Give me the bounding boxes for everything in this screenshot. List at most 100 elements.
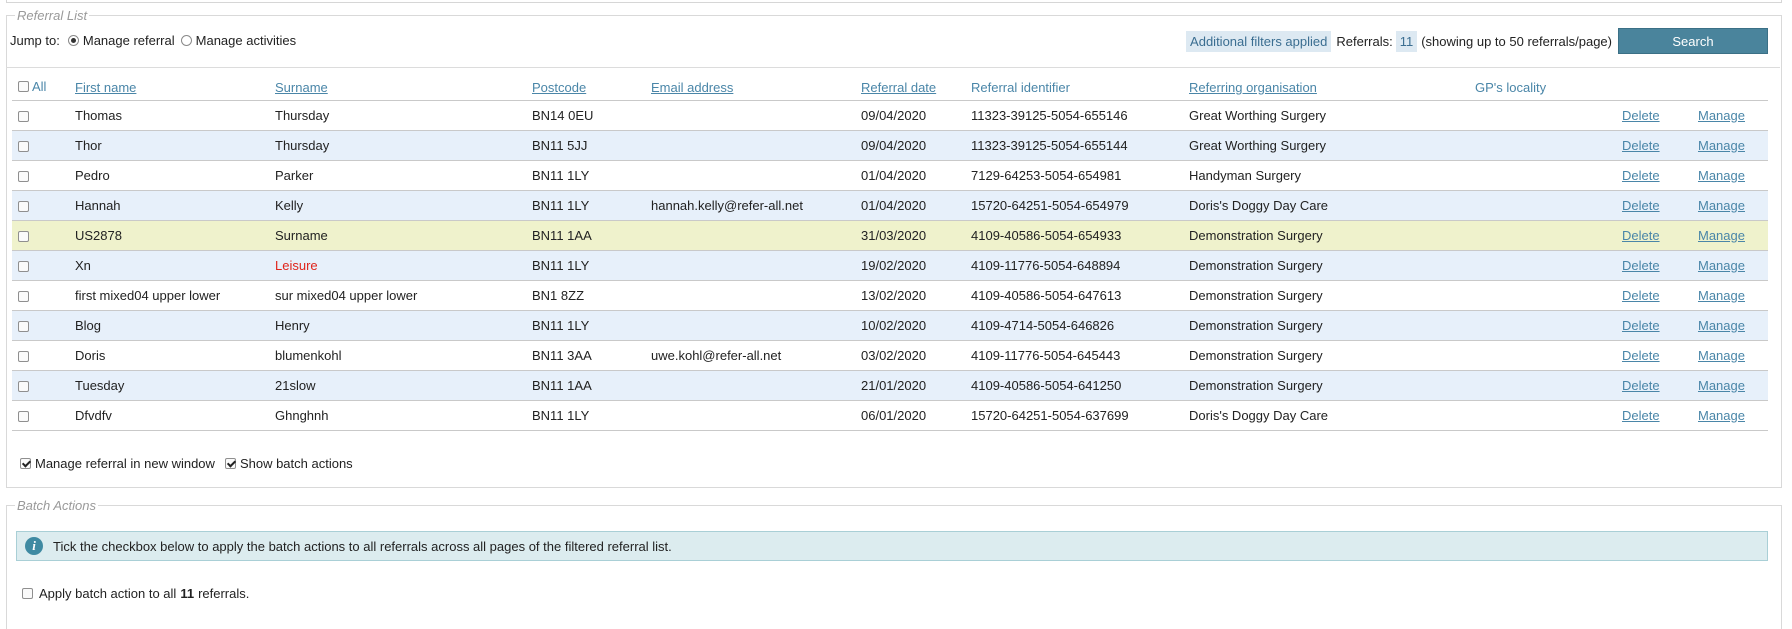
- postcode-cell: BN11 1AA: [526, 370, 645, 401]
- delete-link[interactable]: Delete: [1622, 408, 1660, 423]
- first-name-cell: Blog: [69, 310, 269, 341]
- locality-cell: [1469, 400, 1616, 431]
- surname-cell: Kelly: [269, 190, 526, 221]
- first-name-cell: first mixed04 upper lower: [69, 280, 269, 311]
- first-name-cell: Dfvdfv: [69, 400, 269, 431]
- referral-identifier-header: Referral identifier: [971, 79, 1070, 95]
- referral-identifier-cell: 4109-40586-5054-647613: [965, 280, 1183, 311]
- delete-link[interactable]: Delete: [1622, 348, 1660, 363]
- manage-link[interactable]: Manage: [1698, 378, 1745, 393]
- manage-link[interactable]: Manage: [1698, 288, 1745, 303]
- organisation-cell: Demonstration Surgery: [1183, 220, 1469, 251]
- apply-batch-checkbox[interactable]: [22, 588, 33, 599]
- email-cell: uwe.kohl@refer-all.net: [645, 340, 855, 371]
- referral-date-cell: 31/03/2020: [855, 220, 965, 251]
- select-all-label[interactable]: All: [32, 79, 46, 94]
- row-select-checkbox[interactable]: [18, 411, 29, 423]
- new-window-checkbox[interactable]: [20, 458, 31, 469]
- manage-referral-radio[interactable]: [67, 35, 79, 46]
- email-cell: hannah.kelly@refer-all.net: [645, 190, 855, 221]
- list-options: Manage referral in new window Show batch…: [20, 456, 363, 471]
- new-window-label[interactable]: Manage referral in new window: [35, 456, 215, 471]
- manage-link[interactable]: Manage: [1698, 348, 1745, 363]
- manage-link[interactable]: Manage: [1698, 318, 1745, 333]
- new-window-option[interactable]: Manage referral in new window: [20, 456, 215, 471]
- locality-cell: [1469, 250, 1616, 281]
- manage-referral-radio-label[interactable]: Manage referral: [83, 33, 175, 48]
- manage-link[interactable]: Manage: [1698, 198, 1745, 213]
- jump-manage-referral-option[interactable]: Manage referral: [67, 33, 175, 48]
- info-icon: i: [25, 537, 43, 555]
- delete-link[interactable]: Delete: [1622, 168, 1660, 183]
- table-row: US2878 Surname BN11 1AA 31/03/2020 4109-4058…: [12, 220, 1768, 251]
- additional-filters-chip[interactable]: Additional filters applied: [1186, 30, 1332, 52]
- postcode-sort-link[interactable]: Postcode: [532, 80, 586, 95]
- row-select-checkbox[interactable]: [18, 111, 29, 123]
- delete-link[interactable]: Delete: [1622, 108, 1660, 123]
- row-select-checkbox[interactable]: [18, 351, 29, 363]
- apply-batch-suffix[interactable]: referrals.: [198, 586, 249, 601]
- top-panel-edge: [6, 0, 1782, 3]
- delete-link[interactable]: Delete: [1622, 288, 1660, 303]
- row-select-checkbox[interactable]: [18, 141, 29, 153]
- row-select-checkbox[interactable]: [18, 201, 29, 213]
- manage-activities-radio[interactable]: [180, 35, 192, 46]
- email-cell: [645, 280, 855, 311]
- show-batch-option[interactable]: Show batch actions: [224, 456, 353, 471]
- manage-link[interactable]: Manage: [1698, 228, 1745, 243]
- organisation-cell: Demonstration Surgery: [1183, 280, 1469, 311]
- jump-manage-activities-option[interactable]: Manage activities: [180, 33, 296, 48]
- referral-date-cell: 09/04/2020: [855, 130, 965, 161]
- table-row: Hannah Kelly BN11 1LY hannah.kelly@refer-al…: [12, 190, 1768, 221]
- delete-link[interactable]: Delete: [1622, 138, 1660, 153]
- email-cell: [645, 130, 855, 161]
- referral-identifier-cell: 4109-40586-5054-641250: [965, 370, 1183, 401]
- manage-link[interactable]: Manage: [1698, 138, 1745, 153]
- select-all-checkbox[interactable]: [18, 81, 29, 92]
- row-select-checkbox[interactable]: [18, 381, 29, 393]
- referral-date-cell: 01/04/2020: [855, 190, 965, 221]
- row-select-checkbox[interactable]: [18, 231, 29, 243]
- referring-organisation-sort-link[interactable]: Referring organisation: [1189, 80, 1317, 95]
- search-button[interactable]: Search: [1618, 28, 1768, 54]
- surname-sort-link[interactable]: Surname: [275, 80, 328, 95]
- referral-date-cell: 03/02/2020: [855, 340, 965, 371]
- show-batch-checkbox[interactable]: [224, 458, 236, 469]
- referral-identifier-cell: 11323-39125-5054-655144: [965, 130, 1183, 161]
- email-cell: [645, 400, 855, 431]
- postcode-cell: BN1 8ZZ: [526, 280, 645, 311]
- row-select-checkbox[interactable]: [18, 171, 29, 183]
- manage-activities-radio-label[interactable]: Manage activities: [196, 33, 296, 48]
- referral-identifier-cell: 4109-4714-5054-646826: [965, 310, 1183, 341]
- delete-link[interactable]: Delete: [1622, 198, 1660, 213]
- email-cell: [645, 160, 855, 191]
- referral-date-cell: 09/04/2020: [855, 100, 965, 131]
- delete-link[interactable]: Delete: [1622, 228, 1660, 243]
- referral-date-sort-link[interactable]: Referral date: [861, 80, 936, 95]
- referral-identifier-cell: 4109-11776-5054-648894: [965, 250, 1183, 281]
- row-select-checkbox[interactable]: [18, 321, 29, 333]
- locality-cell: [1469, 160, 1616, 191]
- delete-link[interactable]: Delete: [1622, 258, 1660, 273]
- delete-link[interactable]: Delete: [1622, 378, 1660, 393]
- apply-batch-row[interactable]: Apply batch action to all 11 referrals.: [22, 586, 249, 601]
- referral-list-legend: Referral List: [17, 8, 88, 23]
- row-select-checkbox[interactable]: [18, 291, 29, 303]
- manage-link[interactable]: Manage: [1698, 168, 1745, 183]
- show-batch-label[interactable]: Show batch actions: [240, 456, 353, 471]
- organisation-cell: Demonstration Surgery: [1183, 370, 1469, 401]
- manage-link[interactable]: Manage: [1698, 408, 1745, 423]
- email-cell: [645, 220, 855, 251]
- apply-batch-prefix[interactable]: Apply batch action to all: [39, 586, 176, 601]
- first-name-sort-link[interactable]: First name: [75, 80, 136, 95]
- email-sort-link[interactable]: Email address: [651, 80, 733, 95]
- manage-link[interactable]: Manage: [1698, 108, 1745, 123]
- row-select-checkbox[interactable]: [18, 261, 29, 273]
- postcode-cell: BN11 1LY: [526, 160, 645, 191]
- organisation-cell: Demonstration Surgery: [1183, 250, 1469, 281]
- delete-link[interactable]: Delete: [1622, 318, 1660, 333]
- surname-cell: 21slow: [269, 370, 526, 401]
- postcode-cell: BN11 3AA: [526, 340, 645, 371]
- batch-info-text: Tick the checkbox below to apply the bat…: [53, 538, 672, 554]
- manage-link[interactable]: Manage: [1698, 258, 1745, 273]
